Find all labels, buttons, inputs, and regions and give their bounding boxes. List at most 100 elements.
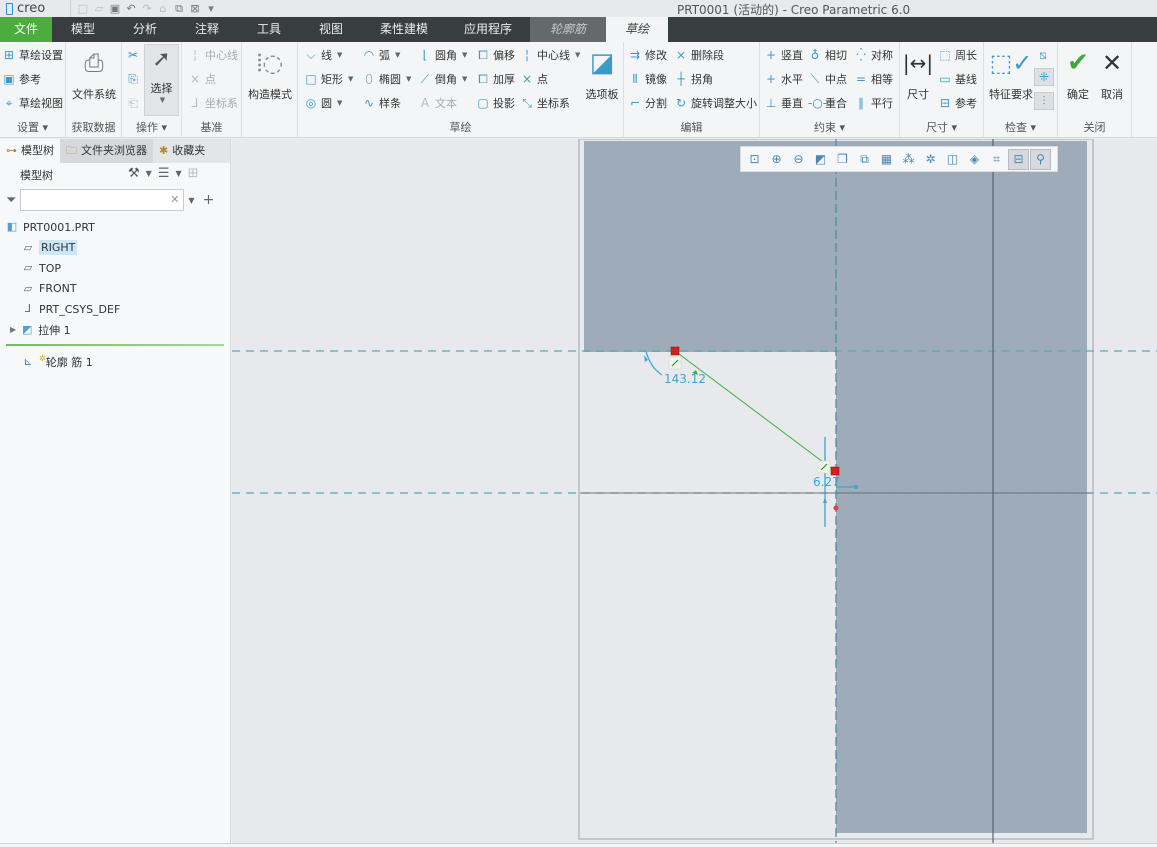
open-file-icon[interactable]: ▱	[93, 2, 105, 15]
palette-button[interactable]: ◪ 选项板	[582, 46, 622, 102]
edit-col2-button-0[interactable]: ⨯ 删除段	[674, 46, 724, 64]
sketch-col4-button-2[interactable]: ▢ 投影	[476, 94, 515, 112]
chevron-down-icon[interactable]: ▼	[462, 51, 467, 59]
add-filter-icon[interactable]: +	[203, 192, 215, 208]
sketch-col4-button-0[interactable]: ⧠ 偏移	[476, 46, 515, 64]
paste-button[interactable]: ⎗	[126, 94, 140, 112]
tree-item[interactable]: ▶ ◩ 拉伸 1	[10, 321, 71, 339]
sketch-col1-button-1[interactable]: □ 矩形 ▼	[304, 70, 353, 88]
copy-button[interactable]: ⎘	[126, 70, 140, 88]
dim-button-1[interactable]: ▭ 基线	[938, 70, 977, 88]
group-label-dimension[interactable]: 尺寸 ▾	[900, 119, 983, 135]
constrain-col1-button-0[interactable]: + 竖直	[764, 46, 803, 64]
tree-item-profile-rib[interactable]: ⊾ ✲轮廓 筋 1	[22, 353, 92, 371]
clear-filter-icon[interactable]: ✕	[170, 193, 179, 206]
sketch-col3-button-0[interactable]: ⌊ 圆角 ▼	[418, 46, 468, 64]
angle-dimension-value[interactable]: 143.12	[664, 372, 706, 386]
tab-7[interactable]: 应用程序	[446, 17, 530, 42]
tab-3[interactable]: 注释	[176, 17, 238, 42]
dim-button-0[interactable]: ⬚ 周长	[938, 46, 977, 64]
tab-0[interactable]: 文件	[0, 17, 52, 42]
constrain-col3-button-1[interactable]: = 相等	[854, 70, 893, 88]
tab-1[interactable]: 模型	[52, 17, 114, 42]
navigator-tab-2[interactable]: ✱ 收藏夹	[153, 139, 211, 163]
windows-icon[interactable]: ⧉	[173, 2, 185, 15]
show-dropdown-icon[interactable]: ▼	[175, 166, 181, 182]
constrain-col1-button-2[interactable]: ⊥ 垂直	[764, 94, 803, 112]
sketch-col5-button-0[interactable]: ¦ 中心线 ▼	[520, 46, 580, 64]
feature-requirements-button[interactable]: ⬚✓ 特征要求	[986, 46, 1036, 102]
sketch-col3-button-1[interactable]: ⟋ 倒角 ▼	[418, 70, 468, 88]
group-label-operations[interactable]: 操作 ▾	[122, 119, 181, 135]
group-label-setup[interactable]: 设置 ▾	[0, 119, 65, 135]
zoom-out-icon[interactable]: ⊖	[788, 149, 809, 170]
new-file-icon[interactable]: □	[77, 2, 89, 15]
filter-dropdown-icon[interactable]: ▼	[188, 196, 194, 205]
tree-filter-input[interactable]	[20, 189, 185, 211]
constrain-col1-button-1[interactable]: + 水平	[764, 70, 803, 88]
tree-item[interactable]: ◧ PRT0001.PRT	[6, 218, 95, 236]
select-button[interactable]: ➚ 选择 ▼	[144, 44, 179, 116]
cut-button[interactable]: ✂	[126, 46, 140, 64]
chevron-down-icon[interactable]: ▼	[395, 51, 400, 59]
datum-button-0[interactable]: ¦ 中心线	[188, 46, 238, 64]
sketch-col1-button-0[interactable]: ⌵ 线 ▼	[304, 46, 342, 64]
tab-2[interactable]: 分析	[114, 17, 176, 42]
ok-button[interactable]: ✔ 确定	[1062, 46, 1094, 102]
sketch-col5-button-2[interactable]: ⤡ 坐标系	[520, 94, 570, 112]
sketcher-display-icon[interactable]: ⌗	[986, 149, 1007, 170]
constrain-col3-button-0[interactable]: ⁛ 对称	[854, 46, 893, 64]
navigator-tab-0[interactable]: ⊶ 模型树	[0, 139, 60, 163]
repaint-icon[interactable]: ◩	[810, 149, 831, 170]
tab-9[interactable]: 草绘	[606, 17, 668, 42]
navigator-tab-1[interactable]: 🗀 文件夹浏览器	[60, 139, 153, 163]
settings-tools-icon[interactable]: ⚒	[128, 166, 140, 182]
group-label-inspect[interactable]: 检查 ▾	[984, 119, 1057, 135]
tree-item[interactable]: ▱ FRONT	[22, 280, 77, 298]
highlight-open-ends-button[interactable]: ⫶	[1034, 92, 1054, 110]
sketch-col4-button-1[interactable]: ⧠ 加厚	[476, 70, 515, 88]
datum-display-icon[interactable]: ⁂	[898, 149, 919, 170]
chevron-down-icon[interactable]: ▼	[406, 75, 411, 83]
sketch-col5-button-1[interactable]: × 点	[520, 70, 548, 88]
tree-item[interactable]: ▱ TOP	[22, 259, 61, 277]
chevron-down-icon[interactable]: ▼	[337, 51, 342, 59]
show-list-icon[interactable]: ☰	[158, 166, 170, 182]
constrain-col3-button-2[interactable]: ∥ 平行	[854, 94, 893, 112]
zoom-in-icon[interactable]: ⊕	[766, 149, 787, 170]
spin-center-icon[interactable]: ✲	[920, 149, 941, 170]
edit-col2-button-2[interactable]: ↻ 旋转调整大小	[674, 94, 757, 112]
edit-col2-button-1[interactable]: ┼ 拐角	[674, 70, 713, 88]
annotation-display-icon[interactable]: ◫	[942, 149, 963, 170]
sketch-col2-button-0[interactable]: ◠ 弧 ▼	[362, 46, 401, 64]
dim-button-2[interactable]: ⊟ 参考	[938, 94, 977, 112]
setup-button-1[interactable]: ▣ 参考	[2, 70, 41, 88]
save-icon[interactable]: ▣	[109, 2, 121, 15]
vertex-display-icon[interactable]: ⚲	[1030, 148, 1051, 170]
settings-dropdown-icon[interactable]: ▼	[146, 166, 152, 182]
tab-5[interactable]: 视图	[300, 17, 362, 42]
chevron-down-icon[interactable]: ▼	[575, 51, 580, 59]
tree-item[interactable]: ⅃ PRT_CSYS_DEF	[22, 300, 120, 318]
display-style-icon[interactable]: ❒	[832, 149, 853, 170]
edit-col1-button-2[interactable]: ⌐ 分割	[628, 94, 667, 112]
overlapping-geometry-button[interactable]: ⧅	[1036, 46, 1050, 64]
tab-8[interactable]: 轮廓筋	[530, 17, 606, 42]
constrain-col2-button-2[interactable]: -○- 重合	[808, 94, 847, 112]
graphics-area[interactable]: 143.12 6.27	[232, 139, 1157, 843]
sketch-col2-button-1[interactable]: ⬯ 椭圆 ▼	[362, 70, 411, 88]
sketch-col3-button-2[interactable]: A 文本	[418, 94, 457, 112]
edit-col1-button-0[interactable]: ⇉ 修改	[628, 46, 667, 64]
tab-6[interactable]: 柔性建模	[362, 17, 446, 42]
dimension-button[interactable]: |↔| 尺寸	[902, 46, 934, 102]
cancel-button[interactable]: ✕ 取消	[1096, 46, 1128, 102]
shade-closed-loops-button[interactable]: ⁜	[1034, 68, 1054, 86]
sketch-col2-button-2[interactable]: ∿ 样条	[362, 94, 401, 112]
tab-4[interactable]: 工具	[238, 17, 300, 42]
saved-orientations-icon[interactable]: ⧉	[854, 149, 875, 170]
group-label-constrain[interactable]: 约束 ▾	[760, 119, 899, 135]
tree-item[interactable]: ▱ RIGHT	[22, 239, 78, 257]
edit-col1-button-1[interactable]: ⫴ 镜像	[628, 70, 667, 88]
constrain-col2-button-1[interactable]: ⟍ 中点	[808, 70, 847, 88]
view-manager-icon[interactable]: ▦	[876, 149, 897, 170]
